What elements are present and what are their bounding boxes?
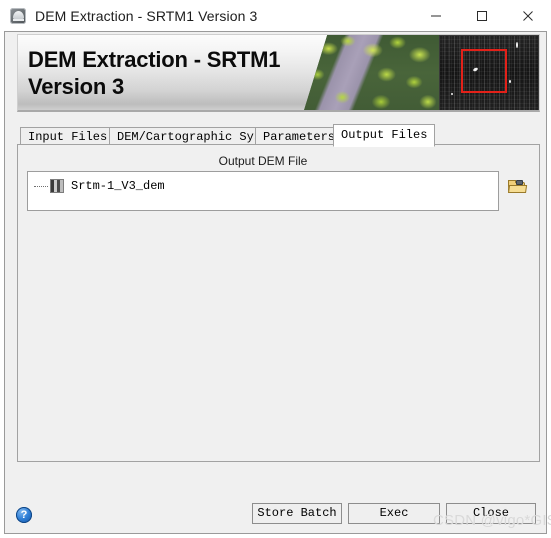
maximize-icon[interactable] [459, 0, 505, 31]
tab-strip: Input Files DEM/Cartographic System Para… [17, 124, 540, 147]
store-batch-button[interactable]: Store Batch [252, 503, 342, 524]
aerial-optical-thumbnail [303, 35, 439, 110]
title-bar: DEM Extraction - SRTM1 Version 3 [0, 0, 551, 32]
open-folder-button[interactable] [507, 171, 528, 203]
list-item-label: Srtm-1_V3_dem [71, 179, 165, 193]
window-title: DEM Extraction - SRTM1 Version 3 [35, 7, 258, 24]
raster-file-icon [50, 179, 64, 193]
sar-speck [516, 42, 518, 48]
sar-grayscale-thumbnail [439, 35, 539, 110]
tab-output-files[interactable]: Output Files [333, 124, 436, 147]
minimize-icon[interactable] [413, 0, 459, 31]
help-button[interactable]: ? [16, 507, 32, 523]
banner-title: DEM Extraction - SRTM1 Version 3 [28, 47, 281, 99]
sar-speck [509, 80, 511, 83]
dialog-inner-panel: DEM Extraction - SRTM1 Version 3 Input F… [4, 31, 551, 534]
exec-button[interactable]: Exec [348, 503, 440, 524]
sar-highlight-box [461, 49, 507, 93]
dialog-body: DEM Extraction - SRTM1 Version 3 Input F… [0, 31, 551, 538]
open-folder-icon [508, 180, 528, 193]
output-dem-file-list[interactable]: Srtm-1_V3_dem [27, 171, 499, 211]
banner-images [301, 35, 539, 110]
tree-branch-icon [34, 185, 48, 188]
sar-speck [451, 93, 453, 95]
tab-parameters[interactable]: Parameters [255, 127, 344, 145]
banner: DEM Extraction - SRTM1 Version 3 [17, 34, 540, 112]
dem-extraction-window: DEM Extraction - SRTM1 Version 3 DEM Ext… [0, 0, 551, 538]
list-item[interactable]: Srtm-1_V3_dem [34, 178, 165, 194]
tab-page-output-files: Output DEM File Srtm-1_V3_dem [17, 144, 540, 462]
window-controls [413, 0, 551, 31]
group-label: Output DEM File [218, 154, 308, 168]
tab-input-files[interactable]: Input Files [20, 127, 116, 145]
globe-icon [10, 7, 26, 24]
output-dem-file-group: Output DEM File Srtm-1_V3_dem [27, 154, 528, 211]
close-button[interactable]: Close [446, 503, 536, 524]
close-icon[interactable] [505, 0, 551, 31]
